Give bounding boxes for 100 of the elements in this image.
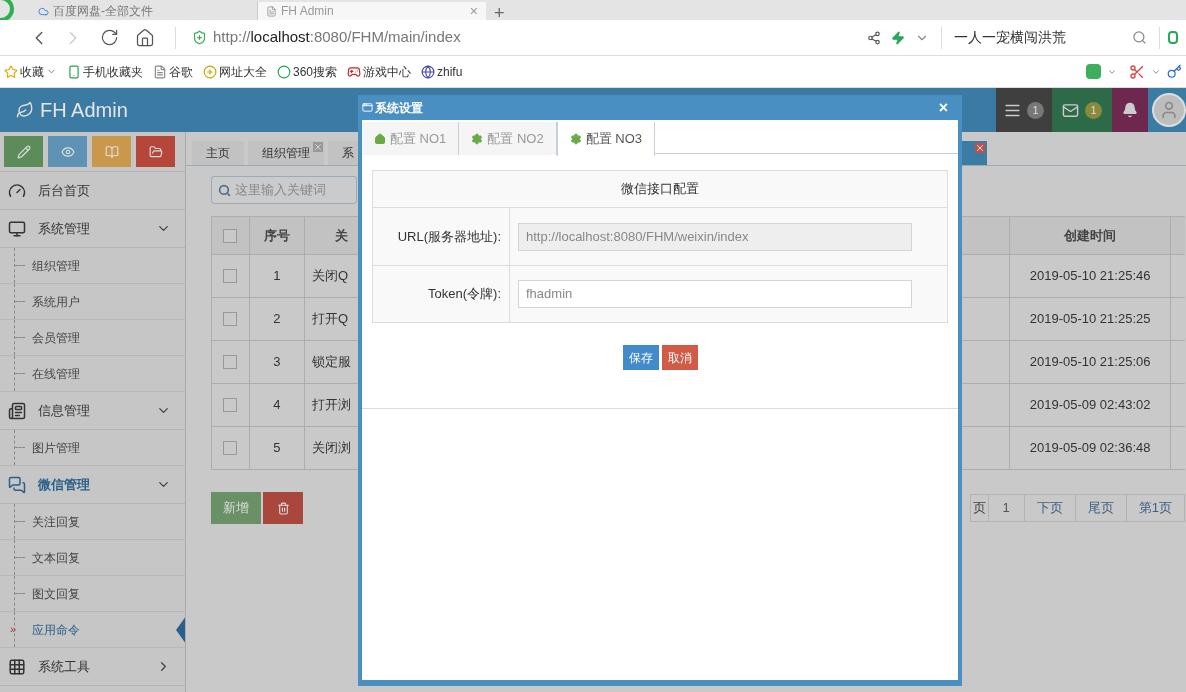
mail-icon xyxy=(1062,101,1079,119)
input-field[interactable]: fhadmin xyxy=(518,280,912,308)
close-icon[interactable] xyxy=(313,142,323,152)
notifications-button[interactable] xyxy=(1112,88,1148,132)
leaf-icon xyxy=(16,101,34,119)
submenu-item[interactable]: 会员管理 xyxy=(32,328,80,347)
field-label: Token(令牌): xyxy=(428,285,501,304)
search-box-text[interactable]: 一人一宠横闯洪荒 xyxy=(954,27,1124,48)
gear-icon xyxy=(471,132,484,145)
menu-item[interactable]: 信息管理 xyxy=(0,392,185,430)
checkbox[interactable] xyxy=(223,355,238,369)
bookmark-link[interactable]: 谷歌 xyxy=(153,62,193,81)
pagination-link[interactable]: 第1页 xyxy=(1126,494,1185,522)
submenu-item[interactable]: 在线管理 xyxy=(32,364,80,383)
ring-icon xyxy=(277,64,291,79)
home-icon[interactable] xyxy=(135,27,155,48)
table-header-cell: 关 xyxy=(304,217,358,255)
lightning-icon[interactable] xyxy=(891,30,905,45)
list-icon xyxy=(8,401,26,420)
page-tab[interactable]: 组织管理 xyxy=(248,141,324,165)
delete-button[interactable] xyxy=(263,492,303,524)
table-header-cell: 创建时间 xyxy=(1009,217,1171,255)
reload-icon[interactable] xyxy=(100,28,119,47)
bookmark-link[interactable]: 360搜索 xyxy=(277,62,338,81)
table-header-cell: 序号 xyxy=(249,217,305,255)
checkbox[interactable] xyxy=(223,441,238,455)
menu-item[interactable]: 微信管理 xyxy=(0,466,185,504)
submenu-item[interactable]: 系统用户 xyxy=(32,292,80,311)
close-button[interactable]: × xyxy=(938,99,948,116)
home-icon xyxy=(374,132,386,145)
pagination-link[interactable]: 下页 xyxy=(1024,494,1076,522)
gear-icon xyxy=(569,133,582,145)
checkbox[interactable] xyxy=(223,312,238,326)
search-icon xyxy=(218,183,231,197)
shortcut-button[interactable] xyxy=(136,136,175,167)
new-tab-button[interactable]: + xyxy=(494,4,505,20)
bookmark-link[interactable]: 手机收藏夹 xyxy=(67,62,143,81)
menu-item[interactable]: 系统工具 xyxy=(0,648,185,686)
avatar[interactable] xyxy=(1152,93,1186,127)
submenu-item[interactable]: 应用命令 xyxy=(32,620,80,639)
save-button[interactable]: 保存 xyxy=(622,345,659,370)
extension-icon[interactable] xyxy=(1168,31,1178,44)
checkbox[interactable] xyxy=(223,228,238,243)
table-cell: 2019-05-09 02:43:02 xyxy=(1009,384,1171,427)
shortcut-button[interactable] xyxy=(48,136,87,167)
bookmark-link[interactable]: 网址大全 xyxy=(203,62,267,81)
table-cell-text: 打开浏 xyxy=(311,396,351,415)
search-icon[interactable] xyxy=(1132,30,1147,45)
table-cell: 2 xyxy=(249,298,305,341)
grid-icon xyxy=(8,657,26,676)
share-icon[interactable] xyxy=(867,30,881,45)
checkbox[interactable] xyxy=(223,269,238,283)
scissors-icon[interactable] xyxy=(1129,63,1145,80)
menu-item[interactable]: 系统管理 xyxy=(0,210,185,248)
submenu-item[interactable]: 关注回复 xyxy=(32,512,80,531)
menu-item[interactable]: 后台首页 xyxy=(0,172,185,210)
url-text[interactable]: http://localhost:8080/FHM/main/index xyxy=(213,26,461,49)
pagination-link[interactable]: 页 xyxy=(970,494,989,522)
table-cell-text: 关闭浏 xyxy=(311,439,351,458)
close-icon[interactable] xyxy=(975,143,985,153)
tab-title: FH Admin xyxy=(281,5,334,17)
eye-icon xyxy=(60,144,75,159)
star-icon xyxy=(4,64,18,79)
input-field[interactable]: http://localhost:8080/FHM/weixin/index xyxy=(518,222,912,251)
cancel-button[interactable]: 取消 xyxy=(661,345,698,370)
submenu-item[interactable]: 组织管理 xyxy=(32,256,80,275)
security-shield-icon xyxy=(192,30,207,45)
dialog-tab[interactable]: 配置 NO3 xyxy=(556,122,656,156)
table-cell-text: 关闭Q xyxy=(311,267,349,286)
table-cell: 1 xyxy=(249,255,305,298)
book-icon xyxy=(104,144,119,159)
shortcut-button[interactable] xyxy=(92,136,131,167)
key-icon[interactable] xyxy=(1167,64,1182,79)
bookmark-link[interactable]: 收藏 xyxy=(4,62,57,81)
pencil-icon xyxy=(16,144,31,159)
table-cell-text: 打开Q xyxy=(311,310,349,329)
page-icon xyxy=(153,64,167,79)
brand-title: FH Admin xyxy=(40,98,128,123)
tasks-button[interactable]: 1 xyxy=(996,88,1052,132)
pagination-link[interactable]: 1 xyxy=(988,494,1025,522)
tab-title: 百度网盘-全部文件 xyxy=(53,5,153,17)
checkbox[interactable] xyxy=(223,398,238,412)
window-icon xyxy=(362,102,373,113)
table-cell: 4 xyxy=(249,384,305,427)
submenu-item[interactable]: 图文回复 xyxy=(32,584,80,603)
plus-circle-icon xyxy=(203,64,217,79)
page-tab[interactable]: 主页 xyxy=(192,141,244,165)
submenu-item[interactable]: 图片管理 xyxy=(32,438,80,457)
dashboard-icon xyxy=(8,181,26,200)
cloud-icon xyxy=(38,5,49,17)
count-badge: 1 xyxy=(1027,101,1044,119)
submenu-item[interactable]: 文本回复 xyxy=(32,548,80,567)
pagination-link[interactable]: 尾页 xyxy=(1075,494,1127,522)
shortcut-button[interactable] xyxy=(4,136,43,167)
bell-icon xyxy=(1122,102,1138,118)
bookmark-link[interactable]: zhifu xyxy=(421,62,463,81)
table-cell: 2019-05-10 21:25:25 xyxy=(1009,298,1171,341)
bookmark-link[interactable]: 游戏中心 xyxy=(347,62,412,81)
table-cell: 5 xyxy=(249,427,305,470)
table-cell: 2019-05-09 02:36:48 xyxy=(1009,427,1171,470)
